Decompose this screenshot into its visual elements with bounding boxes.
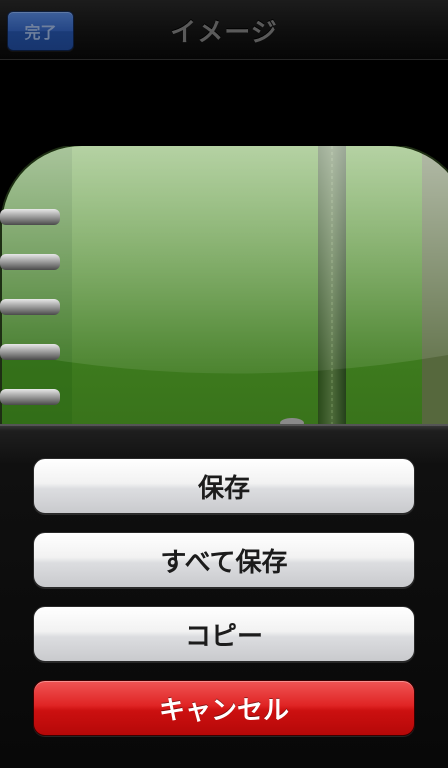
action-sheet: 保存 すべて保存 コピー キャンセル	[0, 424, 448, 768]
cancel-button[interactable]: キャンセル	[33, 680, 415, 736]
copy-button[interactable]: コピー	[33, 606, 415, 662]
save-all-button[interactable]: すべて保存	[33, 532, 415, 588]
screen: 完了 イメージ 保存 すべて保存 コピー キャンセル	[0, 0, 448, 768]
notebook-app-icon	[0, 146, 448, 426]
navigation-bar: 完了 イメージ	[0, 0, 448, 60]
page-title: イメージ	[170, 17, 278, 48]
save-button[interactable]: 保存	[33, 458, 415, 514]
image-preview	[0, 61, 448, 426]
